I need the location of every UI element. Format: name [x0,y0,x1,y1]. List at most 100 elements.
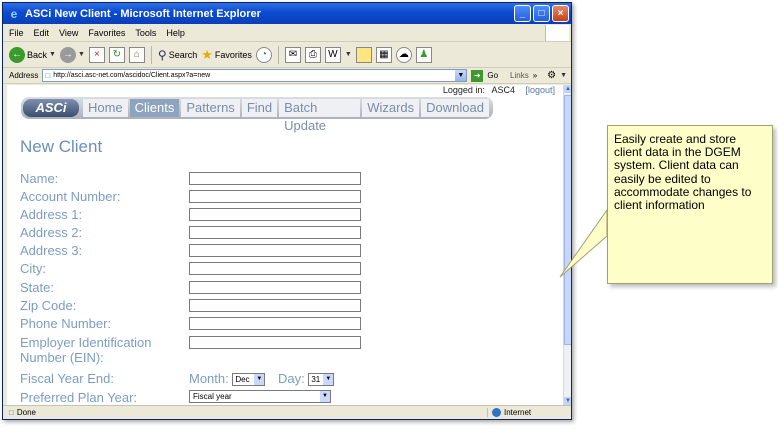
day-select[interactable]: 31 ▼ [308,373,335,387]
forward-button[interactable]: → ▼ [59,46,85,63]
nav-wizards[interactable]: Wizards [362,99,420,117]
address1-field[interactable] [189,208,361,221]
scroll-thumb[interactable] [564,95,571,345]
nav-patterns[interactable]: Patterns [181,99,240,117]
notes-icon[interactable] [355,46,372,63]
chevron-down-icon: ▼ [320,391,330,402]
windows-logo-icon [545,24,569,41]
chevron-down-icon: ▼ [323,374,334,386]
address-url: http://asci.asc-net.com/ascidoc/Client.a… [53,72,211,79]
plan-year-select[interactable]: Fiscal year ▼ [189,390,331,403]
address-bar: Address □ http://asci.asc-net.com/ascido… [3,68,571,84]
nav-download[interactable]: Download [421,99,489,117]
logout-link[interactable]: [logout] [525,85,555,95]
callout-note: Easily create and store client data in t… [607,125,773,284]
maximize-button[interactable]: □ [533,5,550,22]
menu-tools[interactable]: Tools [135,28,156,38]
vertical-scrollbar[interactable]: ▲ ▼ [563,85,571,405]
asci-logo: ASCi [23,99,79,117]
nav-clients[interactable]: Clients [129,99,180,117]
print-icon[interactable]: ⎙ [304,46,321,63]
address2-field[interactable] [189,226,361,239]
people-icon[interactable]: ♟ [415,46,432,63]
city-label: City: [20,261,46,276]
username: ASC4 [491,85,515,95]
toolbar-separator [150,45,152,64]
back-arrow-icon: ← [9,46,25,63]
history-icon[interactable]: ◔ [255,46,272,63]
logged-in-label: Logged in: [442,85,485,95]
menu-bar: File Edit View Favorites Tools Help [3,24,571,42]
phone-number-label: Phone Number: [20,316,112,331]
address3-field[interactable] [189,244,361,257]
city-field[interactable] [189,262,361,275]
name-label: Name: [20,171,59,186]
toolbar-separator [277,45,279,64]
research-icon[interactable]: ▦ [375,46,392,63]
dropdown-arrow-icon: ▼ [560,72,568,79]
favorites-button[interactable]: ★ Favorites [201,47,252,63]
status-text: Done [16,408,36,417]
go-arrow-icon[interactable]: ➜ [471,69,484,82]
dropdown-arrow-icon: ▼ [344,51,352,58]
main-nav: ASCi Home Clients Patterns Find Batch Up… [21,97,493,133]
home-icon[interactable]: ⌂ [128,46,145,63]
account-number-label: Account Number: [20,189,121,204]
phone-number-field[interactable] [189,317,361,330]
account-number-field[interactable] [189,190,361,203]
toolbar: ← Back ▼ → ▼ × ↻ ⌂ ⚲ Search ★ Favorites … [3,42,571,68]
forward-arrow-icon: → [59,46,76,63]
refresh-icon[interactable]: ↻ [108,46,125,63]
name-field[interactable] [189,172,361,185]
ein-field[interactable] [189,336,361,349]
day-value: 31 [311,375,321,385]
search-button[interactable]: ⚲ Search [158,48,197,62]
search-icon: ⚲ [157,47,167,62]
state-field[interactable] [189,281,361,294]
go-button[interactable]: Go [487,71,498,80]
address-input[interactable]: □ http://asci.asc-net.com/ascidoc/Client… [42,69,468,82]
nav-find[interactable]: Find [241,99,278,117]
menu-help[interactable]: Help [166,28,185,38]
ie-icon: e [10,6,18,21]
fiscal-year-end-label: Fiscal Year End: [20,371,114,386]
close-button[interactable]: × [552,5,569,22]
month-label: Month: [189,371,229,386]
chevron-right-icon[interactable]: » [533,71,537,80]
stop-icon[interactable]: × [88,46,105,63]
mail-icon[interactable]: ✉ [284,46,301,63]
address2-label: Address 2: [20,225,83,240]
nav-batch-update[interactable]: Batch Update [279,99,361,133]
month-select[interactable]: Dec ▼ [232,373,266,387]
plan-year-value: Fiscal year [193,392,232,401]
scroll-up-icon[interactable]: ▲ [564,85,571,93]
menu-favorites[interactable]: Favorites [88,28,125,38]
edit-icon[interactable]: W [324,46,341,63]
search-label: Search [168,49,198,60]
dropdown-arrow-icon: ▼ [77,51,85,58]
state-label: State: [20,280,54,295]
address1-label: Address 1: [20,207,83,222]
tools-icon[interactable]: ⚙ [547,70,556,81]
back-button[interactable]: ← Back ▼ [9,46,56,63]
menu-file[interactable]: File [9,28,24,38]
menu-edit[interactable]: Edit [34,28,50,38]
address-dropdown-icon[interactable]: ▼ [455,70,467,81]
messenger-icon[interactable]: ☁ [395,46,412,63]
page-icon: □ [9,408,14,417]
menu-view[interactable]: View [59,28,78,38]
nav-home[interactable]: Home [82,99,128,117]
zone-label: Internet [504,408,532,417]
chevron-down-icon: ▼ [254,374,265,386]
preferred-plan-year-label: Preferred Plan Year: [20,390,138,405]
back-label: Back [27,49,48,60]
address3-label: Address 3: [20,243,83,258]
day-label: Day: [278,371,305,386]
address-label: Address [9,71,39,80]
scroll-down-icon[interactable]: ▼ [564,397,571,405]
month-value: Dec [235,375,250,385]
minimize-button[interactable]: _ [514,5,531,22]
zip-code-field[interactable] [189,299,361,312]
zip-code-label: Zip Code: [20,298,77,313]
links-button[interactable]: Links [510,71,529,80]
